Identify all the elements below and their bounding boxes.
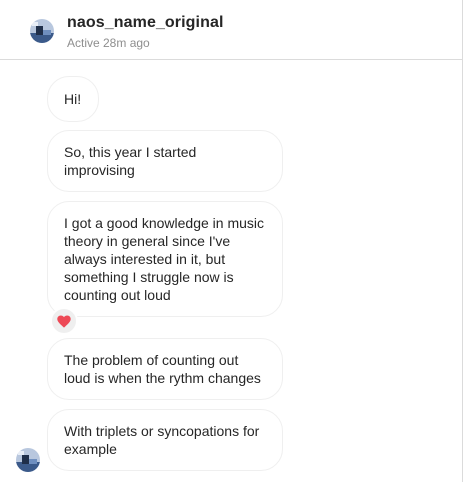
message-text: I got a good knowledge in music theory i…: [64, 215, 265, 303]
message-bubble[interactable]: With triplets or syncopations for exampl…: [47, 409, 283, 471]
message-text: So, this year I started improvising: [64, 144, 197, 178]
message-text: The problem of counting out loud is when…: [64, 352, 261, 386]
message-reaction[interactable]: [50, 307, 78, 335]
message-bubble[interactable]: I got a good knowledge in music theory i…: [47, 201, 283, 317]
active-status: Active 28m ago: [67, 36, 150, 50]
heart-icon: [57, 315, 71, 328]
message-bubble[interactable]: So, this year I started improvising: [47, 130, 283, 192]
profile-avatar[interactable]: [30, 19, 54, 43]
conversation-username[interactable]: naos_name_original: [67, 14, 224, 32]
chat-header: naos_name_original Active 28m ago: [0, 0, 463, 60]
message-text: With triplets or syncopations for exampl…: [64, 423, 260, 457]
sender-avatar[interactable]: [16, 448, 40, 472]
message-bubble[interactable]: The problem of counting out loud is when…: [47, 338, 283, 400]
message-text: Hi!: [64, 91, 82, 107]
message-bubble[interactable]: Hi!: [47, 76, 99, 122]
